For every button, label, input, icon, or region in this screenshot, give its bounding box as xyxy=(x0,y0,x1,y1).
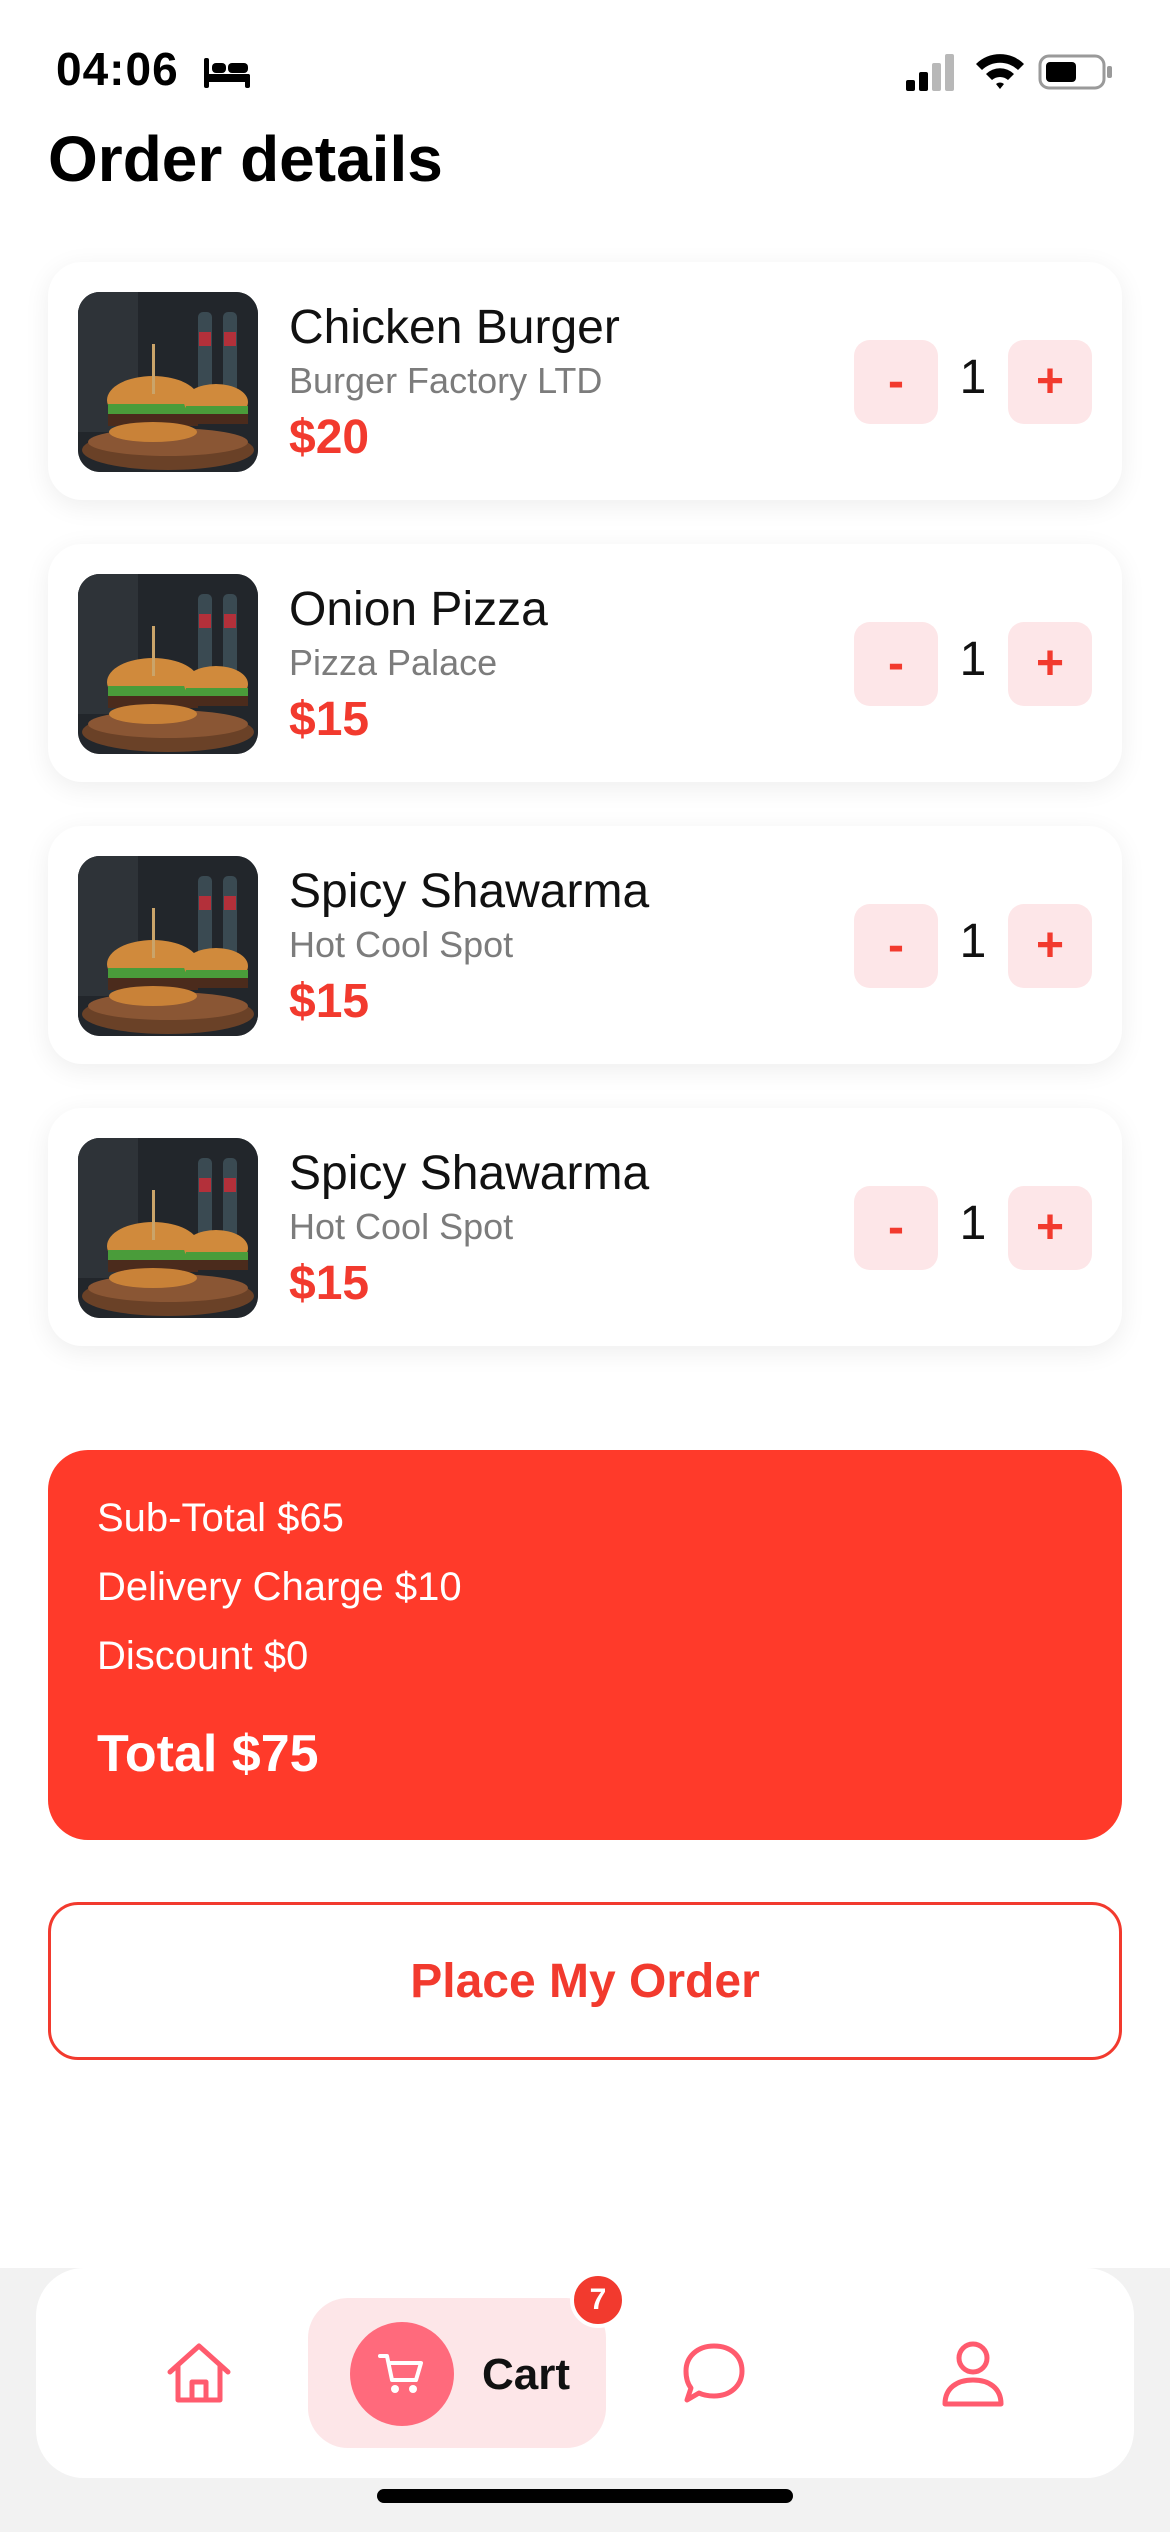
decrease-quantity-button[interactable]: - xyxy=(854,1186,938,1270)
item-price: $15 xyxy=(289,1257,370,1310)
item-price: $15 xyxy=(289,975,370,1028)
order-item-card: Onion Pizza Pizza Palace $15 - 1 + xyxy=(48,544,1122,782)
order-summary: Sub-Total $65 Delivery Charge $10 Discou… xyxy=(48,1450,1122,1840)
order-item-card: Spicy Shawarma Hot Cool Spot $15 - 1 + xyxy=(48,1108,1122,1346)
quantity-value: 1 xyxy=(959,633,987,686)
order-item-card: Spicy Shawarma Hot Cool Spot $15 - 1 + xyxy=(48,826,1122,1064)
quantity-value: 1 xyxy=(959,1197,987,1250)
item-shop: Hot Cool Spot xyxy=(289,1206,514,1247)
decrease-quantity-button[interactable]: - xyxy=(854,904,938,988)
item-shop: Hot Cool Spot xyxy=(289,924,514,965)
profile-icon[interactable] xyxy=(940,2338,1006,2408)
food-image xyxy=(78,1138,258,1318)
sleep-mode-icon xyxy=(204,58,250,88)
item-price: $20 xyxy=(289,411,370,464)
increase-quantity-button[interactable]: + xyxy=(1008,340,1092,424)
item-name: Spicy Shawarma xyxy=(289,1147,650,1200)
cellular-signal-icon xyxy=(906,54,954,91)
increase-quantity-button[interactable]: + xyxy=(1008,622,1092,706)
home-icon[interactable] xyxy=(164,2340,234,2406)
decrease-quantity-button[interactable]: - xyxy=(854,340,938,424)
status-time: 04:06 xyxy=(56,43,179,95)
status-bar: 04:06 xyxy=(0,0,1170,140)
chat-icon[interactable] xyxy=(680,2340,748,2406)
battery-icon xyxy=(1038,54,1112,90)
item-name: Chicken Burger xyxy=(289,301,620,354)
item-name: Onion Pizza xyxy=(289,583,548,636)
item-name: Spicy Shawarma xyxy=(289,865,650,918)
food-image xyxy=(78,292,258,472)
item-shop: Pizza Palace xyxy=(289,642,498,683)
item-shop: Burger Factory LTD xyxy=(289,360,603,401)
decrease-quantity-button[interactable]: - xyxy=(854,622,938,706)
subtotal-text: Sub-Total $65 xyxy=(97,1496,344,1540)
order-list: Chicken Burger Burger Factory LTD $20 - … xyxy=(48,262,1122,1390)
bottom-nav: Cart 7 xyxy=(36,2268,1134,2478)
page-title: Order details xyxy=(48,123,443,195)
increase-quantity-button[interactable]: + xyxy=(1008,1186,1092,1270)
delivery-charge-text: Delivery Charge $10 xyxy=(97,1565,462,1609)
item-price: $15 xyxy=(289,693,370,746)
cart-icon xyxy=(378,2354,423,2393)
quantity-value: 1 xyxy=(959,915,987,968)
total-text: Total $75 xyxy=(97,1725,319,1783)
discount-text: Discount $0 xyxy=(97,1634,309,1678)
nav-cart-tab[interactable]: Cart xyxy=(308,2298,606,2448)
cart-icon-circle xyxy=(350,2322,454,2426)
cart-count-badge: 7 xyxy=(570,2272,626,2328)
cart-label: Cart xyxy=(482,2350,571,2399)
home-indicator[interactable] xyxy=(377,2489,793,2503)
quantity-value: 1 xyxy=(959,351,987,404)
order-item-card: Chicken Burger Burger Factory LTD $20 - … xyxy=(48,262,1122,500)
place-order-button[interactable]: Place My Order xyxy=(48,1902,1122,2060)
food-image xyxy=(78,574,258,754)
increase-quantity-button[interactable]: + xyxy=(1008,904,1092,988)
wifi-icon xyxy=(976,54,1024,89)
food-image xyxy=(78,856,258,1036)
